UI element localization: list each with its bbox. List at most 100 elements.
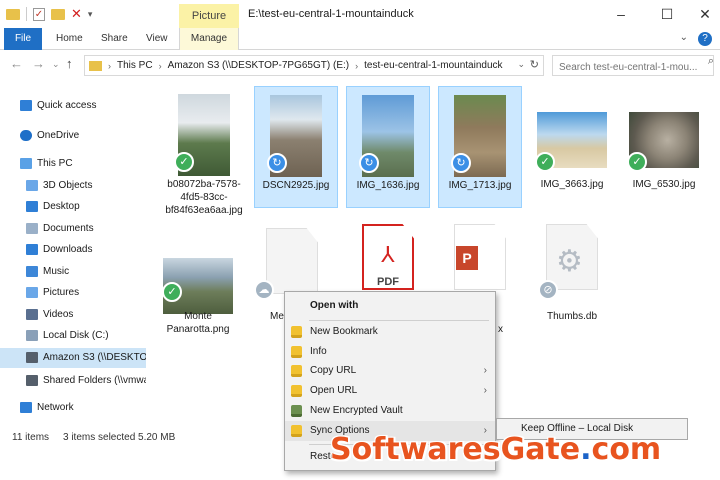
maximize-button[interactable]: ☐ — [644, 4, 690, 24]
up-arrow-icon[interactable]: ↑ — [66, 56, 73, 71]
address-bar[interactable]: › This PC › Amazon S3 (\\DESKTOP-7PG65GT… — [84, 55, 544, 76]
new-folder-icon[interactable] — [51, 8, 65, 20]
menu-info[interactable]: Info — [285, 342, 495, 362]
synced-check-icon: ✓ — [162, 282, 182, 302]
synced-check-icon: ✓ — [174, 152, 194, 172]
nav-desktop[interactable]: Desktop — [0, 197, 146, 217]
nav-amazon-s3[interactable]: Amazon S3 (\\DESKTOP-7 — [0, 348, 146, 368]
nav-local-disk[interactable]: Local Disk (C:) — [0, 326, 146, 346]
search-input[interactable] — [552, 55, 714, 76]
breadcrumb-drive[interactable]: Amazon S3 (\\DESKTOP-7PG65GT) (E:) — [168, 60, 350, 71]
chevron-down-icon[interactable]: ⌄ — [517, 59, 525, 70]
chevron-right-icon[interactable]: › — [159, 61, 162, 71]
search-icon: ⌕ — [707, 55, 714, 67]
network-drive-icon — [26, 351, 38, 363]
nav-downloads[interactable]: Downloads — [0, 240, 146, 260]
network-icon — [20, 401, 32, 413]
breadcrumb-folder[interactable]: test-eu-central-1-mountainduck — [364, 60, 502, 71]
file-item[interactable]: ✓ IMG_6530.jpg — [622, 86, 706, 208]
mountain-duck-icon — [291, 365, 302, 377]
minimize-button[interactable]: – — [598, 4, 644, 24]
properties-icon[interactable]: ✓ — [33, 7, 45, 21]
folder-icon[interactable] — [6, 8, 20, 20]
picture-tools-label: Picture Tools — [179, 4, 239, 46]
nav-quick-access[interactable]: Quick access — [0, 96, 146, 116]
pictures-icon — [26, 286, 38, 298]
sync-in-progress-icon: ↻ — [267, 153, 287, 173]
menu-copy-url[interactable]: Copy URL › — [285, 361, 495, 381]
menu-open-with[interactable]: Open with — [285, 296, 495, 316]
vault-icon — [291, 405, 302, 417]
desktop-icon — [26, 200, 38, 212]
file-item[interactable]: ✓ Monte Panarotta.png — [156, 220, 240, 342]
nav-pictures[interactable]: Pictures — [0, 283, 146, 303]
file-item[interactable]: ↻ IMG_1636.jpg — [346, 86, 430, 208]
gear-icon: ⚙ — [556, 245, 583, 278]
back-arrow-icon[interactable]: ← — [10, 56, 23, 71]
file-item[interactable]: ↻ DSCN2925.jpg — [254, 86, 338, 208]
recent-locations-icon[interactable]: ⌄ — [52, 59, 60, 70]
nav-this-pc[interactable]: This PC — [0, 154, 146, 174]
refresh-icon[interactable]: ↻ — [530, 58, 539, 71]
nav-music[interactable]: Music — [0, 262, 146, 282]
ribbon-tabs: File Home Share View Manage ⌄ ? — [0, 28, 720, 50]
menu-new-bookmark[interactable]: New Bookmark — [285, 322, 495, 342]
folder-icon — [89, 60, 102, 71]
tab-share[interactable]: Share — [91, 28, 138, 50]
quick-access-toolbar: ✓ ✕ ▾ — [6, 6, 92, 22]
cube-icon — [26, 179, 38, 191]
cloud-only-icon: ☁ — [254, 280, 274, 300]
nav-shared-folders[interactable]: Shared Folders (\\vmware — [0, 371, 146, 391]
documents-icon — [26, 222, 38, 234]
tab-manage[interactable]: Manage — [179, 28, 239, 50]
forward-arrow-icon[interactable]: → — [32, 56, 45, 71]
delete-icon[interactable]: ✕ — [71, 6, 82, 22]
title-bar: ✓ ✕ ▾ Picture Tools E:\test-eu-central-1… — [0, 0, 720, 46]
nav-documents[interactable]: Documents — [0, 219, 146, 239]
nav-videos[interactable]: Videos — [0, 305, 146, 325]
window-title: E:\test-eu-central-1-mountainduck — [248, 8, 414, 20]
navigation-pane: Quick access OneDrive This PC 3D Objects… — [0, 88, 146, 428]
cloud-icon — [20, 129, 32, 141]
sync-in-progress-icon: ↻ — [451, 153, 471, 173]
tab-view[interactable]: View — [136, 28, 178, 50]
synced-check-icon: ✓ — [535, 152, 555, 172]
offline-disabled-icon: ⊘ — [538, 280, 558, 300]
nav-onedrive[interactable]: OneDrive — [0, 126, 146, 146]
customize-toolbar-icon[interactable]: ▾ — [88, 9, 93, 20]
tab-file[interactable]: File — [4, 28, 42, 50]
document-icon — [266, 228, 318, 294]
help-icon[interactable]: ? — [698, 32, 712, 46]
file-item[interactable]: ✓ b08072ba-7578-4fd5-83cc-bf84f63ea6aa.j… — [162, 86, 246, 216]
tab-home[interactable]: Home — [46, 28, 93, 50]
address-row: ← → ⌄ ↑ › This PC › Amazon S3 (\\DESKTOP… — [0, 52, 720, 78]
chevron-right-icon[interactable]: › — [355, 61, 358, 71]
breadcrumb-this-pc[interactable]: This PC — [117, 60, 153, 71]
nav-network[interactable]: Network — [0, 398, 146, 418]
powerpoint-logo-icon: P — [456, 246, 478, 270]
network-drive-icon — [26, 374, 38, 386]
menu-open-url[interactable]: Open URL › — [285, 381, 495, 401]
videos-icon — [26, 308, 38, 320]
computer-icon — [20, 157, 32, 169]
chevron-right-icon: › — [483, 385, 487, 396]
softwaresgate-watermark: SoftwaresGate.com — [330, 432, 662, 467]
star-icon — [20, 99, 32, 111]
synced-check-icon: ✓ — [627, 152, 647, 172]
music-icon — [26, 265, 38, 277]
chevron-right-icon[interactable]: › — [108, 61, 111, 71]
nav-3d-objects[interactable]: 3D Objects — [0, 176, 146, 196]
mountain-duck-icon — [291, 385, 302, 397]
drive-icon — [26, 329, 38, 341]
file-item[interactable]: ✓ IMG_3663.jpg — [530, 86, 614, 208]
download-icon — [26, 243, 38, 255]
mountain-duck-icon — [291, 326, 302, 338]
file-item[interactable]: ↻ IMG_1713.jpg — [438, 86, 522, 208]
close-button[interactable]: ✕ — [690, 4, 720, 24]
sync-in-progress-icon: ↻ — [359, 153, 379, 173]
mountain-duck-icon — [291, 346, 302, 358]
menu-new-encrypted-vault[interactable]: New Encrypted Vault — [285, 401, 495, 421]
acrobat-icon: ⅄ — [381, 242, 395, 267]
file-item[interactable]: ⚙ ⊘ Thumbs.db — [530, 220, 614, 342]
expand-ribbon-icon[interactable]: ⌄ — [680, 32, 688, 46]
